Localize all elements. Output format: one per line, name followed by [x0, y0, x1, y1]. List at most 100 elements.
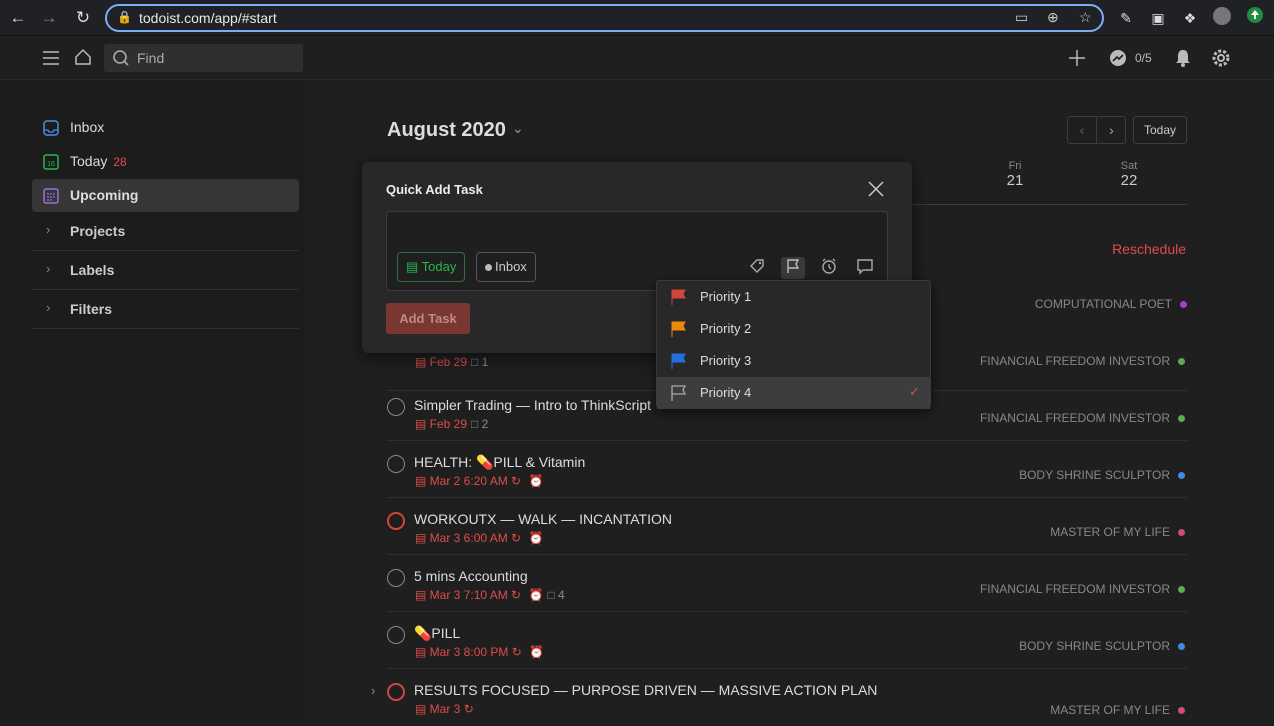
- camera-icon[interactable]: ▣: [1146, 6, 1170, 30]
- project-label: BODY SHRINE SCULPTOR: [1019, 468, 1185, 482]
- project-chip[interactable]: Inbox: [476, 252, 536, 282]
- karma-count[interactable]: 0/5: [1135, 51, 1152, 65]
- label-tag-icon[interactable]: [745, 257, 769, 279]
- day-column-sat[interactable]: Sat 22: [1099, 160, 1159, 189]
- alarm-icon: ⏰: [528, 474, 544, 488]
- address-bar[interactable]: 🔒 todoist.com/app/#start ▭ ⊕ ☆: [105, 4, 1104, 32]
- reminder-alarm-icon[interactable]: [817, 257, 841, 279]
- modal-title: Quick Add Task: [386, 182, 483, 197]
- reload-icon[interactable]: ↻: [71, 6, 95, 30]
- task-row[interactable]: 💊PILL ▤ Mar 3 8:00 PM ↻ ⏰ BODY SHRINE SC…: [387, 612, 1187, 669]
- settings-gear-icon[interactable]: [1211, 48, 1231, 68]
- task-date[interactable]: ▤ Feb 29 □ 2: [415, 417, 488, 431]
- reschedule-link[interactable]: Reschedule: [1112, 241, 1186, 257]
- task-checkbox[interactable]: [387, 455, 405, 473]
- project-dot: [1178, 707, 1185, 715]
- add-task-button[interactable]: Add Task: [386, 303, 470, 334]
- install-icon[interactable]: ⊕: [1047, 9, 1059, 26]
- project-label: MASTER OF MY LIFE: [1050, 525, 1185, 539]
- productivity-icon[interactable]: [1108, 48, 1128, 68]
- day-number: 22: [1120, 172, 1138, 189]
- sidebar-section-filters[interactable]: › Filters: [32, 291, 299, 329]
- extensions-icon[interactable]: ❖: [1178, 6, 1202, 30]
- priority-label: Priority 4: [700, 385, 752, 400]
- chevron-right-icon[interactable]: ›: [46, 261, 50, 276]
- alarm-icon: ⏰: [528, 531, 544, 545]
- task-title[interactable]: 💊PILL: [414, 625, 460, 642]
- chevron-right-icon[interactable]: ›: [46, 222, 50, 237]
- task-row[interactable]: › RESULTS FOCUSED — PURPOSE DRIVEN — MAS…: [371, 669, 1187, 726]
- month-title[interactable]: August 2020: [387, 119, 506, 142]
- chevron-down-icon[interactable]: ⌄: [512, 120, 524, 137]
- back-icon[interactable]: ←: [6, 6, 30, 30]
- search-input[interactable]: Find: [104, 44, 303, 72]
- task-title[interactable]: Simpler Trading — Intro to ThinkScript: [414, 397, 651, 413]
- project-dot: [1178, 586, 1185, 594]
- priority-option-1[interactable]: Priority 1: [657, 281, 930, 313]
- task-row[interactable]: 5 mins Accounting ▤ Mar 3 7:10 AM ↻ ⏰ □ 4…: [387, 555, 1187, 612]
- task-checkbox[interactable]: [387, 398, 405, 416]
- add-task-icon[interactable]: [1067, 48, 1087, 68]
- next-week-button[interactable]: ›: [1097, 117, 1126, 143]
- day-column-fri[interactable]: Fri 21: [985, 160, 1045, 189]
- comment-icon[interactable]: [853, 257, 877, 279]
- task-checkbox[interactable]: [387, 569, 405, 587]
- chevron-right-icon[interactable]: ›: [46, 300, 50, 315]
- priority-option-3[interactable]: Priority 3: [657, 345, 930, 377]
- extension-pen-icon[interactable]: ✎: [1114, 6, 1138, 30]
- sidebar-item-today[interactable]: 16 Today 28: [32, 145, 299, 178]
- task-date[interactable]: ▤ Mar 3 6:00 AM ↻ ⏰: [415, 531, 543, 545]
- task-date[interactable]: ▤ Feb 29 □ 1: [415, 355, 488, 369]
- priority-flag-icon[interactable]: [781, 257, 805, 279]
- sidebar-item-label: Upcoming: [70, 187, 139, 203]
- project-dot: [1178, 415, 1185, 423]
- day-of-week: Sat: [1120, 160, 1138, 172]
- task-name-input[interactable]: ▤ Today Inbox: [386, 211, 888, 291]
- priority-label: Priority 3: [700, 353, 752, 368]
- priority-option-2[interactable]: Priority 2: [657, 313, 930, 345]
- star-icon[interactable]: ☆: [1079, 9, 1092, 26]
- due-date-chip[interactable]: ▤ Today: [397, 252, 466, 282]
- search-icon: [113, 50, 129, 66]
- update-icon[interactable]: [1243, 6, 1267, 30]
- task-date[interactable]: ▤ Mar 3 ↻: [415, 702, 474, 716]
- task-date[interactable]: ▤ Mar 3 7:10 AM ↻ ⏰ □ 4: [415, 588, 565, 602]
- task-title[interactable]: 5 mins Accounting: [414, 568, 528, 584]
- task-row[interactable]: HEALTH: 💊PILL & Vitamin ▤ Mar 2 6:20 AM …: [387, 441, 1187, 498]
- project-dot: [1178, 643, 1185, 651]
- forward-icon[interactable]: →: [37, 6, 61, 30]
- task-checkbox[interactable]: [387, 512, 405, 530]
- bell-icon[interactable]: [1173, 48, 1193, 68]
- sidebar-item-upcoming[interactable]: Upcoming: [32, 179, 299, 212]
- cast-icon[interactable]: ▭: [1015, 9, 1028, 26]
- project-label: FINANCIAL FREEDOM INVESTOR: [980, 411, 1185, 425]
- menu-icon[interactable]: [41, 49, 61, 67]
- task-row[interactable]: WORKOUTX — WALK — INCANTATION ▤ Mar 3 6:…: [387, 498, 1187, 555]
- task-checkbox[interactable]: [387, 683, 405, 701]
- project-label: FINANCIAL FREEDOM INVESTOR: [980, 582, 1185, 596]
- sidebar-item-inbox[interactable]: Inbox: [32, 111, 299, 144]
- sidebar: Inbox 16 Today 28 Upcoming › Projects › L…: [0, 80, 305, 719]
- profile-avatar[interactable]: [1210, 6, 1234, 30]
- sidebar-section-projects[interactable]: › Projects: [32, 213, 299, 251]
- sidebar-section-labels[interactable]: › Labels: [32, 252, 299, 290]
- prev-week-button[interactable]: ‹: [1068, 117, 1097, 143]
- task-checkbox[interactable]: [387, 626, 405, 644]
- flag-icon: [671, 321, 686, 337]
- search-placeholder: Find: [137, 50, 165, 66]
- task-date[interactable]: ▤ Mar 2 6:20 AM ↻ ⏰: [415, 474, 543, 488]
- expand-chevron-icon[interactable]: ›: [371, 683, 375, 698]
- task-title[interactable]: WORKOUTX — WALK — INCANTATION: [414, 511, 672, 527]
- today-button[interactable]: Today: [1133, 116, 1187, 144]
- today-count: 28: [113, 155, 127, 169]
- priority-label: Priority 1: [700, 289, 752, 304]
- priority-option-4[interactable]: Priority 4 ✓: [657, 377, 930, 409]
- home-icon[interactable]: [73, 47, 93, 67]
- close-icon[interactable]: [867, 180, 885, 198]
- task-title[interactable]: HEALTH: 💊PILL & Vitamin: [414, 454, 585, 471]
- project-label: COMPUTATIONAL POET: [1035, 297, 1187, 311]
- section-label: Labels: [70, 262, 115, 278]
- task-title[interactable]: RESULTS FOCUSED — PURPOSE DRIVEN — MASSI…: [414, 682, 877, 698]
- sidebar-item-label: Inbox: [70, 119, 105, 135]
- task-date[interactable]: ▤ Mar 3 8:00 PM ↻ ⏰: [415, 645, 544, 659]
